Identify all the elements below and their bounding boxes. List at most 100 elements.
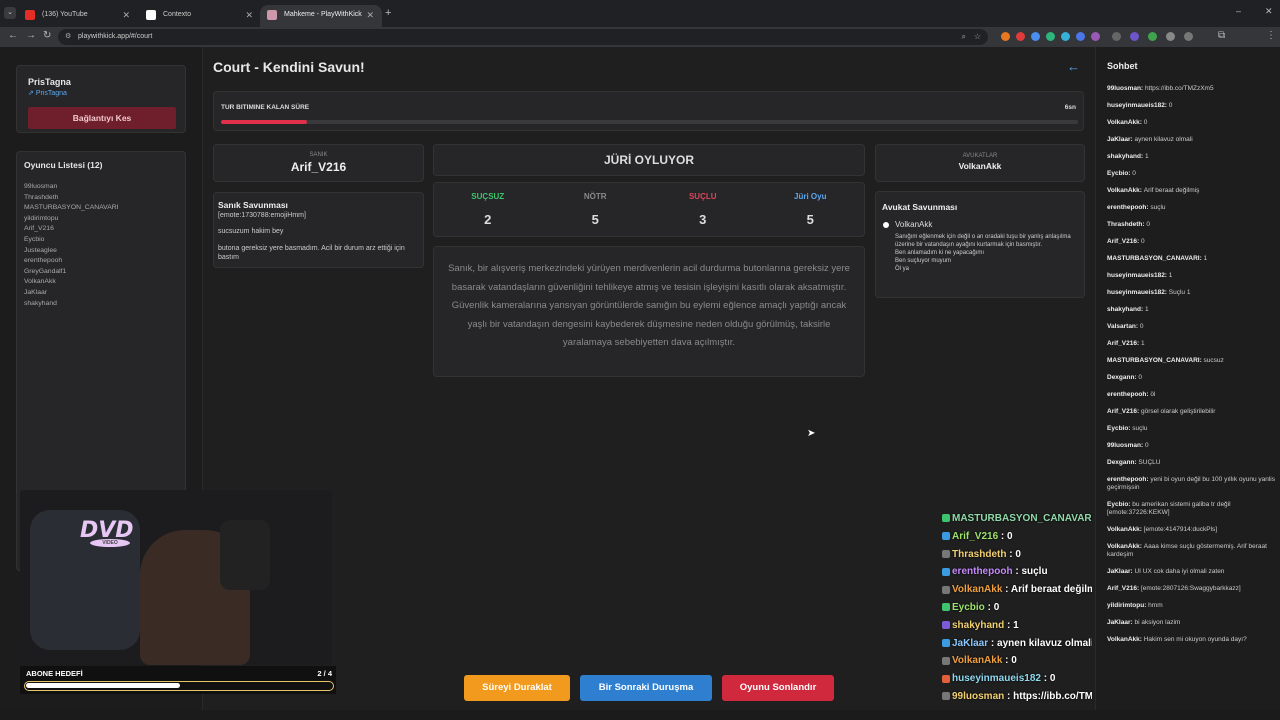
end-game-button[interactable]: Oyunu Sonlandır	[722, 675, 834, 701]
chat-message: Dexgann: SUÇLU	[1107, 459, 1277, 467]
chat-message: 99luosman: 0	[1107, 442, 1277, 450]
close-icon[interactable]: ✕	[366, 5, 374, 25]
player-list-item: JaKlaar	[24, 288, 48, 296]
chat-username[interactable]: 99luosman:	[1107, 442, 1145, 449]
chat-badge-icon	[942, 603, 950, 612]
extension-icon[interactable]	[1031, 32, 1040, 41]
chat-username[interactable]: Eycbio:	[1107, 501, 1132, 508]
extension-icon[interactable]	[1112, 32, 1121, 41]
chat-username[interactable]: huseyinmaueis182:	[1107, 102, 1169, 109]
chat-username[interactable]: shakyhand:	[1107, 306, 1145, 313]
vote-tally: SUÇSUZ 2 NÖTR 5 SUÇLU 3 Jüri Oyu 5	[434, 183, 864, 227]
menu-kebab-icon[interactable]: ⋮	[1266, 30, 1276, 41]
chat-username[interactable]: JaKlaar:	[1107, 136, 1134, 143]
chat-username[interactable]: VolkanAkk:	[1107, 636, 1144, 643]
extension-icon[interactable]	[1166, 32, 1175, 41]
chat-username[interactable]: VolkanAkk:	[1107, 119, 1144, 126]
lawyer-defense-line: Ben anlamadım ki ne yapacağımı	[895, 250, 985, 256]
tab-youtube[interactable]: (136) YouTube ✕	[18, 5, 138, 27]
overlay-chat-username: Arif_V216	[952, 530, 999, 542]
timer-track	[221, 120, 1078, 124]
chat-username[interactable]: VolkanAkk:	[1107, 187, 1144, 194]
disconnect-button[interactable]: Bağlantıyı Kes	[28, 107, 176, 129]
next-hearing-button[interactable]: Bir Sonraki Duruşma	[580, 675, 712, 701]
chat-username[interactable]: Eycbio:	[1107, 425, 1132, 432]
contexto-icon	[146, 10, 156, 20]
chat-username[interactable]: VolkanAkk:	[1107, 526, 1144, 533]
chat-text: görsel olarak geliştirilebilir	[1140, 408, 1216, 415]
chat-username[interactable]: Valsartan:	[1107, 323, 1140, 330]
defendant-defense-card: Sanık Savunması [emote:1730788:emojiHmm]…	[213, 192, 424, 268]
profile-link[interactable]: ⇗ PrisTagna	[28, 89, 67, 97]
back-icon[interactable]: ←	[8, 30, 18, 41]
extension-icon[interactable]	[1184, 32, 1193, 41]
chat-text: 1	[1203, 255, 1208, 262]
chat-badge-icon	[942, 567, 950, 576]
tab-mahkeme[interactable]: Mahkeme - PlayWithKick | Play ✕	[260, 5, 382, 27]
defense-title: Sanık Savunması	[218, 200, 288, 210]
chat-username[interactable]: JaKlaar:	[1107, 568, 1134, 575]
chat-username[interactable]: MASTURBASYON_CANAVARI:	[1107, 357, 1204, 364]
chat-username[interactable]: Eycbio:	[1107, 170, 1132, 177]
chat-username[interactable]: Dexgann:	[1107, 459, 1138, 466]
chat-username[interactable]: Arif_V216:	[1107, 408, 1141, 415]
reload-icon[interactable]: ↻	[43, 30, 51, 41]
defense-text: [emote:1730788:emojiHmm] sucsuzum hakim …	[218, 212, 421, 262]
overlay-chat-text: 0	[1011, 655, 1017, 667]
zoom-icon[interactable]: ⌕	[962, 29, 966, 45]
tab-label: (136) YouTube	[42, 11, 88, 18]
defendant-label: SANIK	[309, 152, 328, 158]
chat-username[interactable]: VolkanAkk:	[1107, 543, 1144, 550]
chat-username[interactable]: Thrashdeth:	[1107, 221, 1146, 228]
forward-icon[interactable]: →	[26, 30, 36, 41]
extension-icon[interactable]	[1001, 32, 1010, 41]
lawyer-name: VolkanAkk	[958, 161, 1002, 171]
extension-icon[interactable]	[1148, 32, 1157, 41]
chat-username[interactable]: huseyinmaueis182:	[1107, 272, 1169, 279]
chat-username[interactable]: JaKlaar:	[1107, 619, 1134, 626]
chat-username[interactable]: Arif_V216:	[1107, 585, 1141, 592]
chat-username[interactable]: shakyhand:	[1107, 153, 1145, 160]
overlay-chat-separator: :	[1004, 619, 1014, 631]
new-tab-icon[interactable]: +	[385, 7, 391, 19]
chat-message: VolkanAkk: Arif beraat değilmiş	[1107, 187, 1277, 195]
bookmark-star-icon[interactable]: ☆	[974, 29, 981, 45]
chat-text: 1	[1168, 272, 1173, 279]
chat-message: huseyinmaueis182: Suçlu 1	[1107, 289, 1277, 297]
close-icon[interactable]: ✕	[245, 5, 253, 25]
site-info-icon[interactable]: ⚙	[65, 29, 71, 45]
chat-username[interactable]: yildirimtopu:	[1107, 602, 1148, 609]
extension-icon[interactable]	[1091, 32, 1100, 41]
close-window-icon[interactable]: ✕	[1265, 6, 1273, 17]
chat-username[interactable]: erenthepooh:	[1107, 204, 1150, 211]
chat-username[interactable]: erenthepooh:	[1107, 476, 1150, 483]
tab-contexto[interactable]: Contexto ✕	[139, 5, 261, 27]
chat-username[interactable]: MASTURBASYON_CANAVARI:	[1107, 255, 1204, 262]
chat-badge-icon	[942, 621, 950, 630]
extension-icon[interactable]	[1061, 32, 1070, 41]
chat-username[interactable]: huseyinmaueis182:	[1107, 289, 1169, 296]
chat-username[interactable]: Arif_V216:	[1107, 340, 1141, 347]
player-list-item: erenthepooh	[24, 257, 63, 265]
extension-icon[interactable]	[1130, 32, 1139, 41]
extension-icon[interactable]	[1046, 32, 1055, 41]
back-arrow-icon[interactable]: ←	[1067, 59, 1080, 74]
chat-username[interactable]: Arif_V216:	[1107, 238, 1141, 245]
username: PrisTagna	[28, 77, 71, 87]
pause-timer-button[interactable]: Süreyi Duraklat	[464, 675, 570, 701]
close-icon[interactable]: ✕	[122, 5, 130, 25]
extension-icon[interactable]	[1076, 32, 1085, 41]
chat-username[interactable]: 99luosman:	[1107, 85, 1145, 92]
overlay-chat-line: shakyhand : 1	[942, 620, 1019, 631]
extensions-puzzle-icon[interactable]: ⧉	[1218, 30, 1225, 41]
chat-text: 0	[1143, 119, 1148, 126]
minimize-icon[interactable]: –	[1236, 6, 1241, 16]
url-field[interactable]: ⚙ playwithkick.app/#/court ⌕ ☆	[58, 29, 988, 45]
chat-username[interactable]: Dexgann:	[1107, 374, 1138, 381]
tab-search-icon[interactable]: ⌄	[4, 7, 16, 19]
chat-text: 0	[1168, 102, 1173, 109]
vote-label: SUÇSUZ	[471, 192, 505, 201]
extension-icon[interactable]	[1016, 32, 1025, 41]
chat-message: Eycbio: 0	[1107, 170, 1277, 178]
chat-username[interactable]: erenthepooh:	[1107, 391, 1150, 398]
